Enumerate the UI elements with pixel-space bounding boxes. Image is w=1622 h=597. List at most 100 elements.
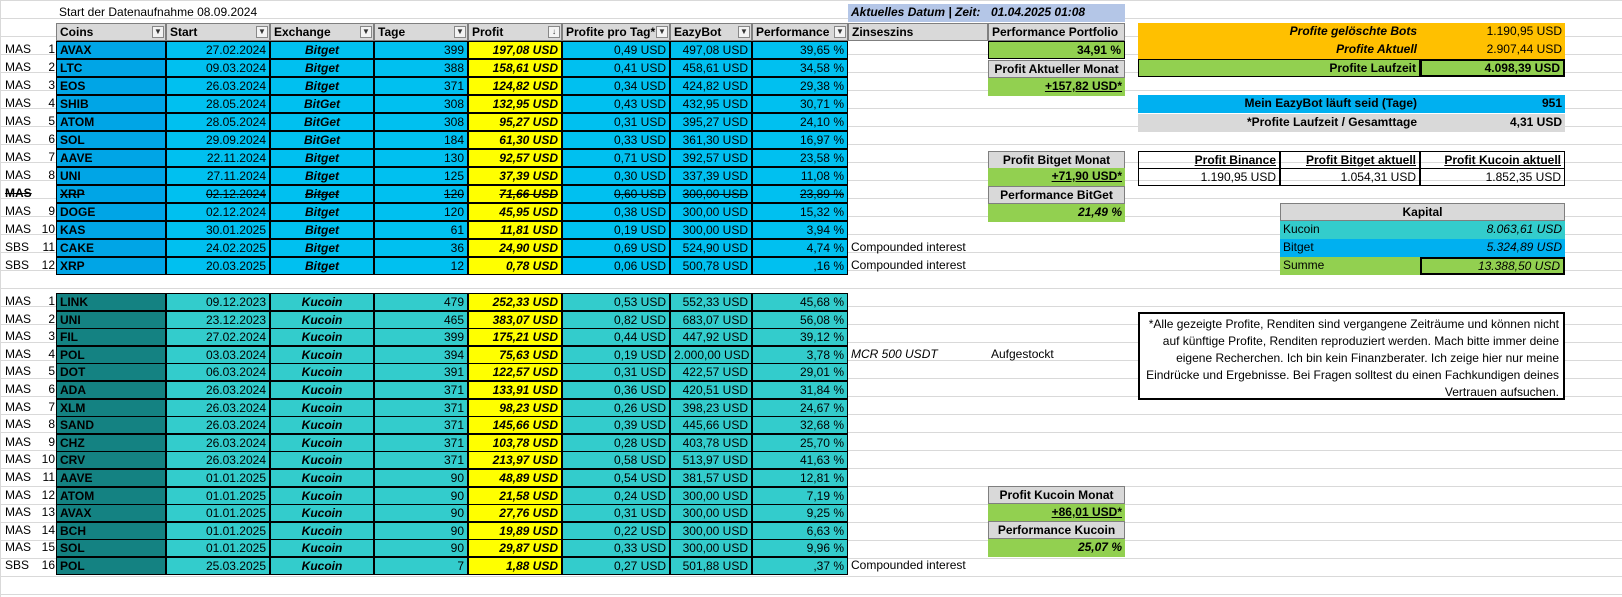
row-coin[interactable]: SOL: [56, 539, 166, 557]
header-exchange[interactable]: Exchange ▼: [270, 23, 374, 41]
row-profit[interactable]: 75,63 USD: [468, 346, 562, 364]
row-start[interactable]: 26.03.2024: [166, 77, 270, 95]
row-tage[interactable]: 371: [374, 451, 468, 469]
row-tage[interactable]: 90: [374, 522, 468, 540]
row-profit-per-day[interactable]: 0,30 USD: [562, 167, 670, 185]
row-coin[interactable]: DOT: [56, 363, 166, 381]
row-performance[interactable]: 3,78 %: [752, 346, 848, 364]
row-profit[interactable]: 197,08 USD: [468, 41, 562, 59]
row-eazybot[interactable]: 300,00 USD: [670, 221, 752, 239]
row-profit[interactable]: 21,58 USD: [468, 487, 562, 505]
row-tage[interactable]: 399: [374, 328, 468, 346]
row-tage[interactable]: 394: [374, 346, 468, 364]
row-profit[interactable]: 45,95 USD: [468, 203, 562, 221]
k-kucoin-value[interactable]: 8.063,61 USD: [1420, 221, 1565, 239]
row-performance[interactable]: 31,84 %: [752, 381, 848, 399]
row-performance[interactable]: 3,94 %: [752, 221, 848, 239]
row-exchange[interactable]: Kucoin: [270, 451, 374, 469]
row-performance[interactable]: 9,96 %: [752, 539, 848, 557]
row-coin[interactable]: CHZ: [56, 434, 166, 452]
header-pro-tag[interactable]: Profite pro Tag* ▼: [562, 23, 670, 41]
row-start[interactable]: 01.01.2025: [166, 539, 270, 557]
row-profit-per-day[interactable]: 0,31 USD: [562, 363, 670, 381]
row-tage[interactable]: 388: [374, 59, 468, 77]
row-profit-per-day[interactable]: 0,06 USD: [562, 257, 670, 275]
header-tage[interactable]: Tage ▼: [374, 23, 468, 41]
row-performance[interactable]: 24,10 %: [752, 113, 848, 131]
row-eazybot[interactable]: 395,27 USD: [670, 113, 752, 131]
filter-dropdown-icon[interactable]: ▼: [360, 26, 372, 38]
row-performance[interactable]: 29,01 %: [752, 363, 848, 381]
row-profit-per-day[interactable]: 0,31 USD: [562, 113, 670, 131]
row-exchange[interactable]: Bitget: [270, 203, 374, 221]
row-eazybot[interactable]: 445,66 USD: [670, 416, 752, 434]
row-profit-per-day[interactable]: 0,82 USD: [562, 311, 670, 329]
row-performance[interactable]: 11,08 %: [752, 167, 848, 185]
row-tage[interactable]: 90: [374, 504, 468, 522]
row-coin[interactable]: LTC: [56, 59, 166, 77]
row-performance[interactable]: 23,58 %: [752, 149, 848, 167]
row-coin[interactable]: XRP: [56, 257, 166, 275]
row-profit[interactable]: 61,30 USD: [468, 131, 562, 149]
row-profit-per-day[interactable]: 0,54 USD: [562, 469, 670, 487]
row-coin[interactable]: DOGE: [56, 203, 166, 221]
row-performance[interactable]: ,16 %: [752, 257, 848, 275]
row-start[interactable]: 01.01.2025: [166, 469, 270, 487]
row-profit-per-day[interactable]: 0,60 USD: [562, 185, 670, 203]
row-tage[interactable]: 371: [374, 381, 468, 399]
filter-dropdown-icon[interactable]: ▼: [834, 26, 846, 38]
row-profit-per-day[interactable]: 0,24 USD: [562, 487, 670, 505]
row-start[interactable]: 26.03.2024: [166, 451, 270, 469]
row-tage[interactable]: 479: [374, 293, 468, 311]
row-start[interactable]: 26.03.2024: [166, 399, 270, 417]
kucoin-aktuell-value[interactable]: 1.852,35 USD: [1420, 168, 1565, 186]
row-coin[interactable]: FIL: [56, 328, 166, 346]
row-coin[interactable]: UNI: [56, 311, 166, 329]
row-start[interactable]: 29.09.2024: [166, 131, 270, 149]
row-coin[interactable]: POL: [56, 346, 166, 364]
row-profit[interactable]: 122,57 USD: [468, 363, 562, 381]
row-tage[interactable]: 371: [374, 399, 468, 417]
row-start[interactable]: 02.12.2024: [166, 203, 270, 221]
row-performance[interactable]: 29,38 %: [752, 77, 848, 95]
row-eazybot[interactable]: 300,00 USD: [670, 504, 752, 522]
row-start[interactable]: 28.05.2024: [166, 95, 270, 113]
bitget-aktuell-value[interactable]: 1.054,31 USD: [1280, 168, 1420, 186]
row-start[interactable]: 01.01.2025: [166, 522, 270, 540]
row-tage[interactable]: 36: [374, 239, 468, 257]
row-tage[interactable]: 399: [374, 41, 468, 59]
row-profit-per-day[interactable]: 0,53 USD: [562, 293, 670, 311]
monat-value[interactable]: +157,82 USD*: [988, 78, 1125, 96]
row-eazybot[interactable]: 513,97 USD: [670, 451, 752, 469]
row-performance[interactable]: ,37 %: [752, 557, 848, 575]
row-profit-per-day[interactable]: 0,49 USD: [562, 41, 670, 59]
aktuell-value[interactable]: 2.907,44 USD: [1420, 41, 1565, 59]
row-profit[interactable]: 24,90 USD: [468, 239, 562, 257]
row-profit-per-day[interactable]: 0,22 USD: [562, 522, 670, 540]
row-profit-per-day[interactable]: 0,19 USD: [562, 221, 670, 239]
row-eazybot[interactable]: 500,78 USD: [670, 257, 752, 275]
row-start[interactable]: 09.12.2023: [166, 293, 270, 311]
row-profit-per-day[interactable]: 0,26 USD: [562, 399, 670, 417]
row-eazybot[interactable]: 552,33 USD: [670, 293, 752, 311]
row-performance[interactable]: 9,25 %: [752, 504, 848, 522]
row-tage[interactable]: 130: [374, 149, 468, 167]
row-profit-per-day[interactable]: 0,33 USD: [562, 131, 670, 149]
row-performance[interactable]: 7,19 %: [752, 487, 848, 505]
row-exchange[interactable]: Bitget: [270, 221, 374, 239]
header-coins[interactable]: Coins ▼: [56, 23, 166, 41]
row-start[interactable]: 27.11.2024: [166, 167, 270, 185]
row-exchange[interactable]: Kucoin: [270, 311, 374, 329]
row-eazybot[interactable]: 300,00 USD: [670, 185, 752, 203]
filter-dropdown-icon[interactable]: ▼: [656, 26, 668, 38]
row-exchange[interactable]: Kucoin: [270, 381, 374, 399]
row-tage[interactable]: 391: [374, 363, 468, 381]
row-exchange[interactable]: BitGet: [270, 113, 374, 131]
filter-dropdown-icon[interactable]: ▼: [256, 26, 268, 38]
row-tage[interactable]: 125: [374, 167, 468, 185]
row-eazybot[interactable]: 524,90 USD: [670, 239, 752, 257]
row-performance[interactable]: 32,68 %: [752, 416, 848, 434]
row-tage[interactable]: 61: [374, 221, 468, 239]
row-profit[interactable]: 213,97 USD: [468, 451, 562, 469]
row-tage[interactable]: 308: [374, 113, 468, 131]
